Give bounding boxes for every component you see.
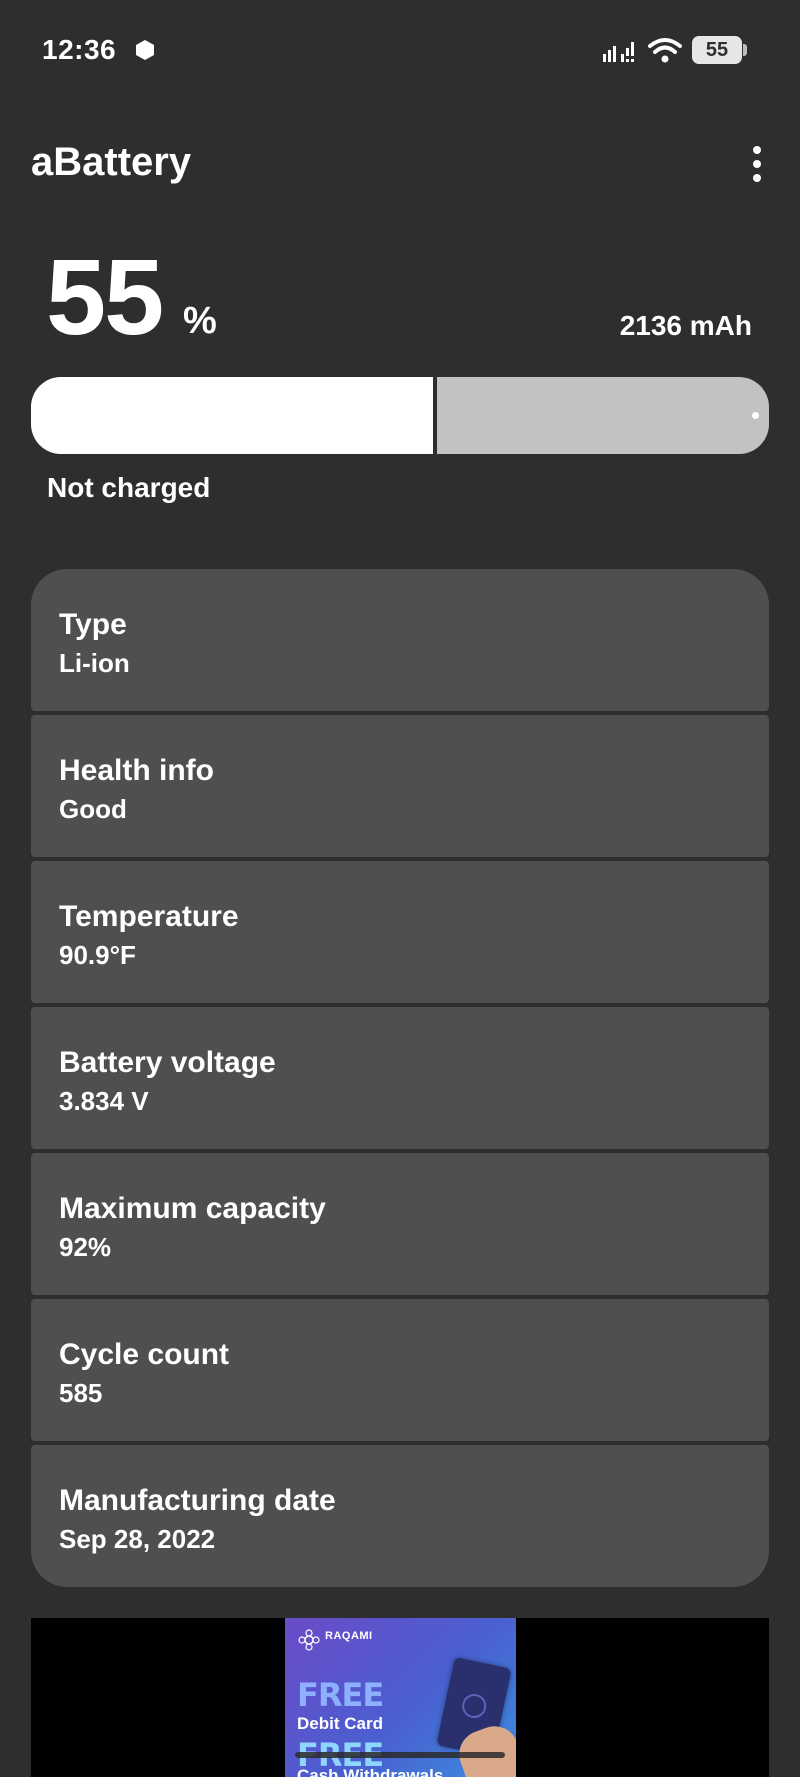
- info-value: Li-ion: [59, 648, 130, 678]
- menu-dot: [753, 160, 761, 168]
- info-label: Cycle count: [59, 1338, 230, 1371]
- info-value: 585: [59, 1378, 103, 1408]
- gesture-nav-bar[interactable]: [295, 1752, 505, 1758]
- more-vert-icon[interactable]: [744, 142, 770, 186]
- battery-capacity: 2136 mAh: [619, 310, 752, 341]
- app-title: aBattery: [31, 140, 192, 184]
- info-value: 3.834 V: [59, 1086, 149, 1116]
- info-label: Temperature: [59, 900, 239, 933]
- battery-level-bar: [31, 377, 769, 454]
- info-value: Good: [59, 794, 127, 824]
- info-card: Type Li-ion: [31, 569, 769, 711]
- info-card: Maximum capacity 92%: [31, 1153, 769, 1295]
- info-value: 90.9°F: [59, 940, 136, 970]
- wifi-icon: [648, 38, 682, 63]
- signal-icon: [603, 42, 634, 62]
- info-card: Manufacturing date Sep 28, 2022: [31, 1445, 769, 1587]
- info-card: Battery voltage 3.834 V: [31, 1007, 769, 1149]
- info-label: Battery voltage: [59, 1046, 276, 1079]
- charge-status: Not charged: [47, 472, 211, 503]
- info-card: Health info Good: [31, 715, 769, 857]
- battery-bar-dot: [752, 412, 759, 419]
- info-label: Type: [59, 608, 127, 641]
- menu-dot: [753, 174, 761, 182]
- hexagon-icon: [136, 40, 154, 60]
- battery-tip: [743, 44, 747, 56]
- info-card: Temperature 90.9°F: [31, 861, 769, 1003]
- status-time: 12:36: [42, 34, 117, 65]
- battery-info-list: Type Li-ion Health info Good Temperature 90.9…: [31, 569, 769, 1587]
- battery-icon: 55: [692, 36, 742, 64]
- info-card: Cycle count 585: [31, 1299, 769, 1441]
- info-label: Health info: [59, 754, 214, 787]
- battery-level-fill: [31, 377, 437, 454]
- battery-percent: 55: [46, 236, 164, 357]
- flower-logo-icon: [298, 1629, 320, 1651]
- info-value: Sep 28, 2022: [59, 1524, 216, 1554]
- info-value: 92%: [59, 1232, 112, 1262]
- info-label: Maximum capacity: [59, 1192, 326, 1225]
- menu-dot: [753, 146, 761, 154]
- ad-subline-1: Debit Card: [297, 1714, 383, 1733]
- ad-brand: RAQAMI: [325, 1630, 373, 1642]
- ad-subline-2: Cash Withdrawals: [297, 1766, 444, 1777]
- percent-sign: %: [183, 300, 217, 342]
- status-bar: 12:36 55: [0, 0, 800, 100]
- info-label: Manufacturing date: [59, 1484, 336, 1517]
- ad-headline-1: FREE: [297, 1676, 384, 1714]
- card-emblem-icon: [459, 1691, 489, 1721]
